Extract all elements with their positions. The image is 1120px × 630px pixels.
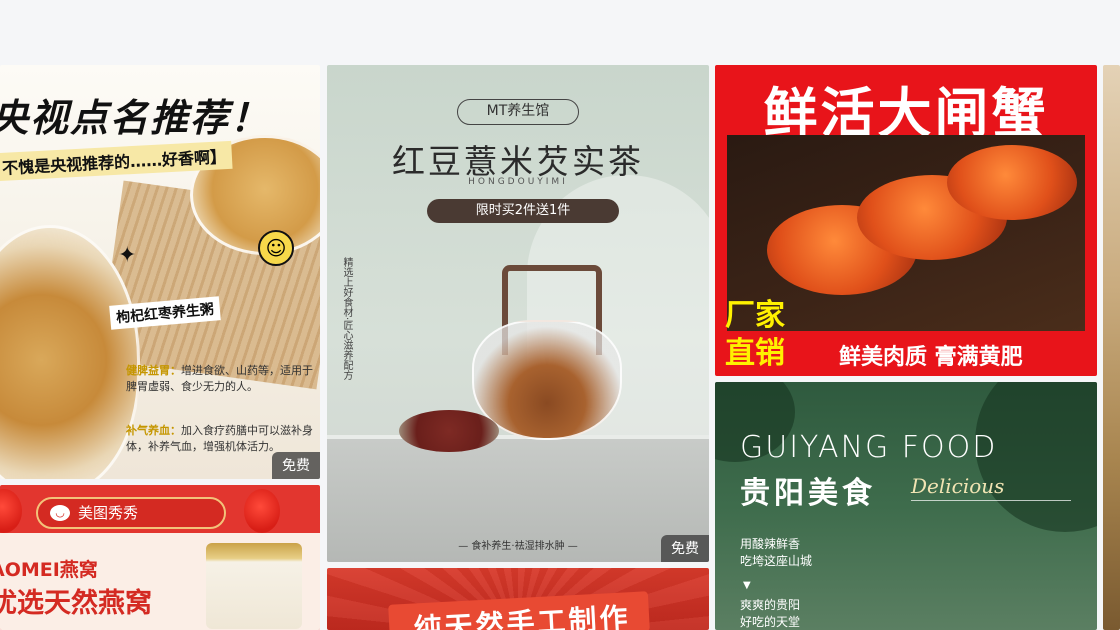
divider-line xyxy=(911,500,1071,501)
card-headline: 央视点名推荐！ xyxy=(0,96,271,140)
smiley-icon: ☺ xyxy=(258,230,294,266)
free-badge: 免费 xyxy=(272,452,320,479)
top-bar xyxy=(0,0,1120,64)
brand-logo-text: 美图秀秀 xyxy=(78,504,139,522)
brand-line: AOMEI燕窝 xyxy=(0,559,98,581)
brand-logo-pill: ◡ 美图秀秀 xyxy=(36,497,226,529)
product-pinyin: HONGDOUYIMI xyxy=(468,177,568,187)
factory-line-2: 直销 xyxy=(725,336,785,371)
template-card-congee[interactable]: 央视点名推荐！ 不愧是央视推荐的……好香啊】 ✦ ✦ ☺ 枸杞红枣养生粥 健脾益… xyxy=(0,65,320,479)
template-card-handmade[interactable]: 纯天然手工制作 xyxy=(327,568,709,630)
tagline-block-2: 爽爽的贵阳 好吃的天堂 xyxy=(740,597,800,630)
tagline-line: 吃垮这座山城 xyxy=(740,554,813,568)
tagline-line: 爽爽的贵阳 xyxy=(740,598,801,612)
template-card-tea[interactable]: MT养生馆 红豆薏米芡实茶 HONGDOUYIMI 限时买2件送1件 精选上好食… xyxy=(327,65,709,562)
benefit-key: 补气养血： xyxy=(126,424,181,437)
tagline-line: 好吃的天堂 xyxy=(740,615,801,629)
tagline-line: 用酸辣鲜香 xyxy=(740,537,801,551)
vertical-tagline: 精选上好食材·匠心滋养配方 xyxy=(341,257,352,381)
promo-pill: 限时买2件送1件 xyxy=(427,199,619,223)
benefit-key: 健脾益胃： xyxy=(126,364,181,377)
template-card-guiyang-food[interactable]: GUIYANG FOOD 贵阳美食 Delicious 用酸辣鲜香 吃垮这座山城… xyxy=(715,382,1097,630)
template-card-bird-nest[interactable]: ◡ 美图秀秀 AOMEI燕窝 优选天然燕窝 xyxy=(0,485,320,630)
brand-pill: MT养生馆 xyxy=(457,99,579,125)
product-slogan: 鲜美肉质 膏满黄肥 xyxy=(839,345,1023,370)
lantern-icon xyxy=(244,489,280,533)
down-arrow-icon: ▼ xyxy=(743,580,751,591)
factory-line-1: 厂家 xyxy=(725,298,785,333)
product-slogan: — 食补养生·祛湿排水肿 — xyxy=(458,541,578,552)
meitu-logo-icon: ◡ xyxy=(50,505,70,521)
product-slogan: 优选天然燕窝 xyxy=(0,588,152,619)
script-word: Delicious xyxy=(911,474,1005,498)
bird-nest-jar-image xyxy=(206,543,302,629)
template-card-crab[interactable]: 鲜活大闸蟹 厂家 直销 鲜美肉质 膏满黄肥 xyxy=(715,65,1097,376)
title-english: GUIYANG FOOD xyxy=(740,430,998,465)
title-chinese: 贵阳美食 xyxy=(740,476,876,511)
lantern-icon xyxy=(0,489,22,533)
tagline-block-1: 用酸辣鲜香 吃垮这座山城 xyxy=(740,536,812,570)
red-beans-image xyxy=(399,410,499,452)
template-card-partial[interactable] xyxy=(1103,65,1120,630)
sparkle-icon: ✦ xyxy=(118,243,137,268)
product-title: 红豆薏米芡实茶 xyxy=(392,142,644,181)
benefit-note-1: 健脾益胃：增进食欲、山药等，适用于脾胃虚弱、食少无力的人。 xyxy=(126,363,316,395)
factory-direct-label: 厂家 直销 xyxy=(725,297,785,373)
crab-image xyxy=(947,145,1077,220)
benefit-note-2: 补气养血：加入食疗药膳中可以滋补身体，补养气血，增强机体活力。 xyxy=(126,423,316,455)
free-badge: 免费 xyxy=(661,535,709,562)
